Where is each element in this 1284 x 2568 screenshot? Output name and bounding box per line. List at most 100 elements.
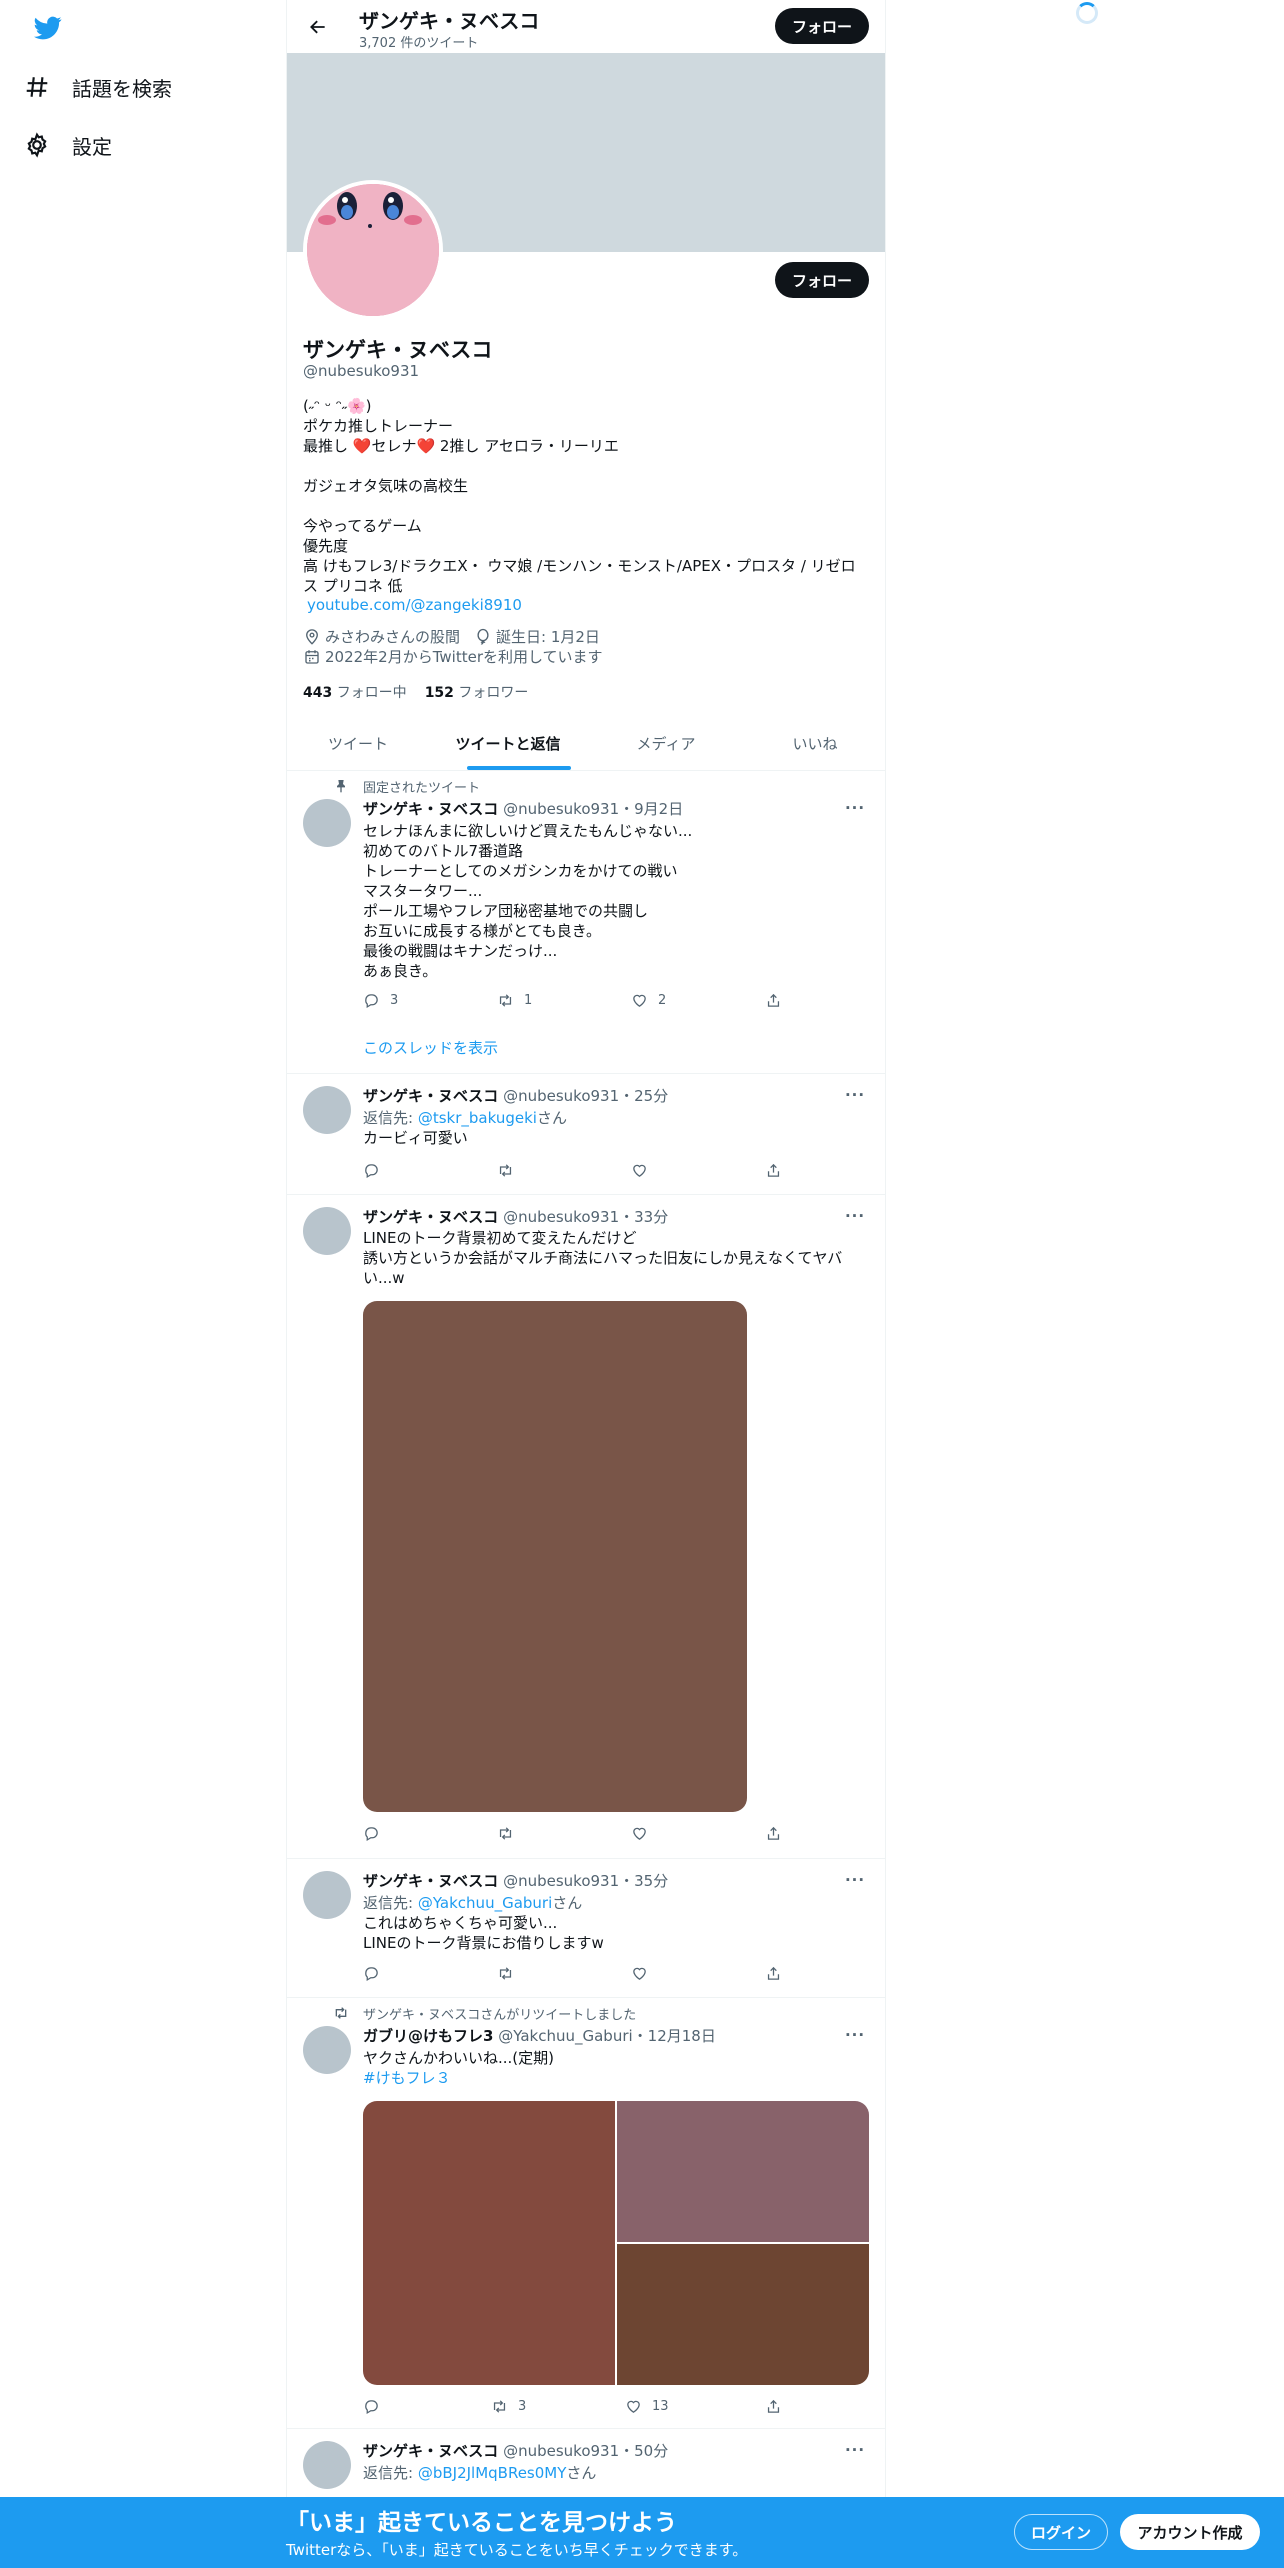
share-button[interactable] — [765, 1965, 782, 1982]
tweet-handle-time[interactable]: @nubesuko931・33分 — [503, 1208, 668, 1226]
back-button[interactable] — [301, 10, 335, 44]
tweet-text: これはめちゃくちゃ可愛い... LINEのトーク背景にお借りしますw — [363, 1914, 604, 1952]
like-button[interactable] — [631, 1965, 648, 1982]
tab-tweets-and-replies[interactable]: ツイートと返信 — [429, 716, 587, 770]
nav-settings[interactable]: 設定 — [24, 120, 112, 170]
tweet-avatar[interactable] — [303, 1871, 351, 1919]
reply-to-handle[interactable]: @bBJ2JlMqBRes0MY — [418, 2464, 567, 2482]
tweet-author-name[interactable]: ザンゲキ・ヌベスコ — [363, 1208, 498, 1226]
nav-explore[interactable]: 話題を検索 — [24, 62, 172, 112]
like-button[interactable]: 13 — [625, 2398, 669, 2415]
retweet-button[interactable] — [497, 1825, 514, 1842]
like-button[interactable] — [631, 1162, 648, 1179]
tweet-author-name[interactable]: ザンゲキ・ヌベスコ — [363, 1872, 498, 1890]
tab-tweets[interactable]: ツイート — [287, 716, 429, 770]
followers-link[interactable]: 152 フォロワー — [425, 682, 529, 702]
reply-button[interactable]: 3 — [363, 992, 398, 1009]
heart-icon — [633, 1967, 646, 1980]
tweet-author-name[interactable]: ザンゲキ・ヌベスコ — [363, 1087, 498, 1105]
tab-likes[interactable]: いいね — [745, 716, 885, 770]
tweet-handle-time[interactable]: @Yakchuu_Gaburi・12月18日 — [498, 2027, 716, 2045]
tweet-handle-time[interactable]: @nubesuko931・35分 — [503, 1872, 668, 1890]
balloon-icon — [477, 628, 489, 645]
profile-handle: @nubesuko931 — [303, 362, 420, 380]
tweet-avatar[interactable] — [303, 1086, 351, 1134]
tweet-author-name[interactable]: ガブリ@けもフレ3 — [363, 2027, 493, 2045]
retweeted-by-text[interactable]: ザンゲキ・ヌベスコさんがリツイートしました — [363, 2004, 636, 2023]
tweet-avatar[interactable] — [303, 799, 351, 847]
header-follow-button[interactable]: フォロー — [775, 8, 869, 44]
like-button[interactable]: 2 — [631, 992, 666, 1009]
show-thread-link[interactable]: このスレッドを表示 — [363, 1037, 498, 1058]
share-button[interactable] — [765, 992, 782, 1009]
share-button[interactable] — [765, 1162, 782, 1179]
reply-to-line: 返信先: @tskr_bakugekiさん — [363, 1107, 567, 1128]
like-button[interactable] — [631, 1825, 648, 1842]
profile-header-bar: ザンゲキ・ヌベスコ 3,702 件のツイート フォロー — [287, 0, 885, 53]
reply-count: 3 — [390, 993, 399, 1008]
more-options-icon[interactable]: ··· — [843, 1870, 867, 1890]
twitter-logo-icon[interactable] — [32, 14, 64, 42]
tweet-reply-2[interactable]: ザンゲキ・ヌベスコ @nubesuko931・35分 ··· 返信先: @Yak… — [287, 1859, 885, 1998]
reply-button[interactable] — [363, 1825, 380, 1842]
tweet-author-name[interactable]: ザンゲキ・ヌベスコ — [363, 2442, 498, 2460]
tweet-avatar[interactable] — [303, 1207, 351, 1255]
share-button[interactable] — [765, 1825, 782, 1842]
tweet-image[interactable] — [363, 2101, 615, 2385]
reply-to-handle[interactable]: @Yakchuu_Gaburi — [418, 1894, 552, 1912]
heart-icon — [633, 1827, 646, 1840]
reply-to-handle[interactable]: @tskr_bakugeki — [418, 1109, 537, 1127]
calendar-icon — [305, 649, 319, 664]
signup-prompt-bar: 「いま」起きていることを見つけよう Twitterなら、「いま」起きていることを… — [0, 2497, 1284, 2568]
tweet-avatar[interactable] — [303, 2441, 351, 2489]
profile-timeline-column: ザンゲキ・ヌベスコ 3,702 件のツイート フォロー フォロー ザンゲキ・ヌベ… — [286, 0, 886, 2568]
reply-button[interactable] — [363, 1965, 380, 1982]
share-icon — [767, 1966, 780, 1980]
tweet-image[interactable] — [617, 2244, 869, 2385]
hashtag-link[interactable]: #けもフレ３ — [363, 2068, 863, 2088]
more-options-icon[interactable]: ··· — [843, 798, 867, 818]
retweet-button[interactable] — [497, 1162, 514, 1179]
tab-media[interactable]: メディア — [587, 716, 745, 770]
profile-website-link[interactable]: youtube.com/@zangeki8910 — [307, 596, 522, 614]
tweet-image[interactable] — [363, 1301, 747, 1812]
profile-follow-button[interactable]: フォロー — [775, 262, 869, 298]
more-options-icon[interactable]: ··· — [843, 1206, 867, 1226]
following-link[interactable]: 443 フォロー中 — [303, 682, 407, 702]
reply-button[interactable] — [363, 2398, 380, 2415]
more-options-icon[interactable]: ··· — [843, 2440, 867, 2460]
share-button[interactable] — [765, 2398, 782, 2415]
retweet-button[interactable] — [497, 1965, 514, 1982]
pin-icon — [337, 780, 345, 793]
tweet-retweeted[interactable]: ザンゲキ・ヌベスコさんがリツイートしました ガブリ@けもフレ3 @Yakchuu… — [287, 1998, 885, 2429]
tweet-handle-time[interactable]: @nubesuko931・50分 — [503, 2442, 668, 2460]
create-account-button[interactable]: アカウント作成 — [1120, 2514, 1260, 2550]
followers-label: フォロワー — [458, 685, 529, 701]
tweet-actions — [363, 1825, 783, 1845]
retweet-button[interactable]: 3 — [491, 2398, 526, 2415]
tweet-author-name[interactable]: ザンゲキ・ヌベスコ — [363, 800, 498, 818]
tweet-handle-time[interactable]: @nubesuko931・9月2日 — [503, 800, 683, 818]
reply-button[interactable] — [363, 1162, 380, 1179]
login-button[interactable]: ログイン — [1014, 2514, 1108, 2550]
tweet-header: ガブリ@けもフレ3 @Yakchuu_Gaburi・12月18日 — [363, 2025, 716, 2046]
tweet-reply-1[interactable]: ザンゲキ・ヌベスコ @nubesuko931・25分 ··· 返信先: @tsk… — [287, 1074, 885, 1195]
tweet-handle-time[interactable]: @nubesuko931・25分 — [503, 1087, 668, 1105]
profile-avatar[interactable] — [303, 180, 443, 320]
signup-prompt-subtitle: Twitterなら、「いま」起きていることをいち早くチェックできます。 — [286, 2541, 748, 2559]
like-count: 2 — [658, 993, 667, 1008]
share-icon — [767, 993, 780, 1007]
tweet-pinned[interactable]: 固定されたツイート ザンゲキ・ヌベスコ @nubesuko931・9月2日 ··… — [287, 771, 885, 1074]
more-options-icon[interactable]: ··· — [843, 2025, 867, 2045]
tweet-image[interactable] — [617, 2101, 869, 2242]
profile-meta-line: みさわみさんの股間 誕生日: 1月2日 — [303, 626, 600, 647]
reply-icon — [365, 994, 378, 1009]
tweet-media[interactable]: ザンゲキ・ヌベスコ @nubesuko931・33分 ··· LINEのトーク背… — [287, 1195, 885, 1859]
tweet-avatar[interactable] — [303, 2026, 351, 2074]
tweet-actions — [363, 1162, 783, 1182]
share-icon — [767, 1826, 780, 1840]
more-options-icon[interactable]: ··· — [843, 1085, 867, 1105]
tweet-header: ザンゲキ・ヌベスコ @nubesuko931・35分 — [363, 1870, 668, 1891]
retweet-button[interactable]: 1 — [497, 992, 532, 1009]
heart-icon — [627, 2400, 640, 2413]
